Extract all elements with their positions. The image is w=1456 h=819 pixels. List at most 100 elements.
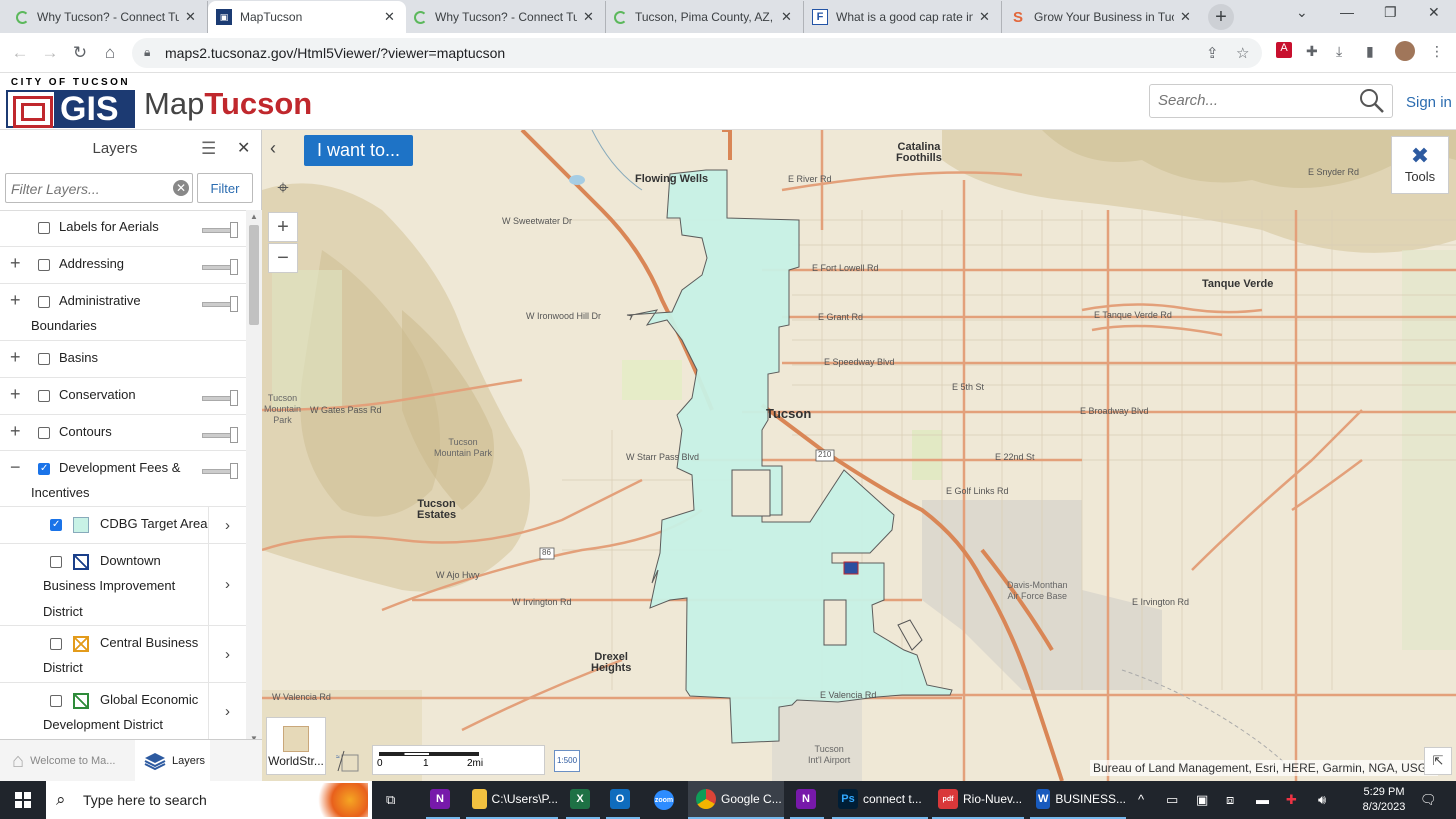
taskbar-outlook[interactable]: O [606,781,640,819]
lock-icon[interactable]: 🔒︎ [144,45,150,60]
search-icon[interactable] [1358,87,1386,115]
browser-tab-maptucson[interactable]: ▣ MapTucson ✕ [208,1,406,33]
sublayer-checkbox[interactable] [50,556,62,568]
layer-checkbox[interactable] [38,296,50,308]
sublayer-checkbox[interactable] [50,638,62,650]
taskbar-zoom[interactable]: zoom [648,781,682,819]
home-icon[interactable]: ⌂ [98,41,122,65]
url-bar[interactable]: 🔒︎ maps2.tucsonaz.gov/Html5Viewer/?viewe… [132,38,1262,68]
reload-icon[interactable]: ↻ [68,41,92,65]
layer-checkbox[interactable] [38,222,50,234]
close-tab-icon[interactable]: ✕ [384,9,398,25]
share-icon[interactable]: ⇪ [1206,44,1219,62]
collapse-icon[interactable]: − [10,457,21,478]
expand-icon[interactable]: + [10,384,21,405]
close-tab-icon[interactable]: ✕ [979,9,993,25]
sublayer-checkbox[interactable] [50,519,62,531]
browser-tab-4[interactable]: Tucson, Pima County, AZ, U ✕ [606,1,804,33]
zoom-in-button[interactable]: + [268,212,298,242]
side-panel-icon[interactable]: ▮ [1366,43,1374,60]
downloads-icon[interactable]: ⤓ [1336,43,1342,60]
restore-icon[interactable]: ❐ [1384,4,1397,21]
chevron-right-icon[interactable]: › [208,544,246,625]
close-tab-icon[interactable]: ✕ [781,9,795,25]
taskbar-pdf[interactable]: pdf Rio-Nuev... [932,781,1024,819]
close-tab-icon[interactable]: ✕ [1180,9,1194,25]
basemap-selector[interactable]: WorldStr... [266,717,326,775]
taskbar-word[interactable]: W BUSINESS... [1030,781,1126,819]
browser-tab-3[interactable]: Why Tucson? - Connect Tuc ✕ [406,1,606,33]
opacity-slider[interactable] [202,427,238,443]
map-search-box[interactable] [1149,84,1393,118]
layer-checkbox[interactable] [38,353,50,365]
taskbar-onenote[interactable]: N [426,781,460,819]
filter-layers-field[interactable]: ✕ [5,173,193,203]
notifications-icon[interactable]: 🗨︎ [1420,792,1437,808]
expand-icon[interactable]: + [10,421,21,442]
chevron-right-icon[interactable]: › [208,683,246,739]
speaker-volume-icon[interactable]: 🔊︎ [1318,792,1326,808]
browser-tab-1[interactable]: Why Tucson? - Connect Tuc ✕ [8,1,208,33]
scroll-up-icon[interactable]: ▲ [250,212,258,221]
measure-tool-icon[interactable]: ≈ [334,747,362,775]
taskbar-search-box[interactable]: ⌕ Type here to search [46,781,372,819]
map-view[interactable]: 210 86 Catalina Foothills Flowing Wells T… [262,130,1456,781]
task-view-icon[interactable]: ⧉ [386,792,395,808]
collapse-panel-chevron-icon[interactable]: ‹ [270,138,276,159]
chevron-right-icon[interactable]: › [208,507,246,543]
scale-ratio-button[interactable]: 1:500 [554,750,581,772]
zoom-out-button[interactable]: − [268,243,298,273]
taskbar-photoshop[interactable]: Ps connect t... [832,781,928,819]
layer-checkbox[interactable] [38,390,50,402]
extensions-puzzle-icon[interactable]: ✚ [1306,43,1318,60]
bookmark-star-icon[interactable]: ☆ [1236,44,1249,62]
close-window-icon[interactable]: ✕ [1428,4,1440,21]
opacity-slider[interactable] [202,222,238,238]
tray-display-icon[interactable]: ▭ [1166,792,1178,808]
minimize-icon[interactable]: — [1340,4,1354,20]
close-tab-icon[interactable]: ✕ [185,9,199,25]
tray-screen-icon[interactable]: ⧈ [1226,792,1234,808]
close-panel-icon[interactable]: ✕ [237,138,250,158]
tray-chevron-up-icon[interactable]: ^ [1138,792,1144,807]
sublayer-checkbox[interactable] [50,695,62,707]
layer-checkbox[interactable] [38,427,50,439]
scrollbar-thumb[interactable] [249,225,259,325]
back-arrow-icon[interactable]: ← [8,41,32,65]
tools-button[interactable]: ✖ Tools [1391,136,1449,194]
forward-arrow-icon[interactable]: → [38,41,62,65]
clear-filter-icon[interactable]: ✕ [173,180,189,196]
tab-welcome[interactable]: ⌂ Welcome to Ma... [0,740,135,782]
tab-search-chevron-icon[interactable]: ⌄ [1296,4,1308,21]
taskbar-clock[interactable]: 5:29 PM 8/3/2023 [1356,785,1412,815]
chrome-menu-icon[interactable]: ⋮ [1430,43,1444,60]
expand-map-icon[interactable]: ⇱ [1424,747,1452,775]
tray-security-icon[interactable]: ✚ [1286,792,1297,808]
battery-icon[interactable]: ▬ [1256,792,1269,807]
locate-me-icon[interactable]: ⌖ [268,173,298,203]
chevron-right-icon[interactable]: › [208,626,246,682]
taskbar-excel[interactable]: X [566,781,600,819]
city-of-tucson-gis-logo[interactable]: CITY OF TUCSON GIS MapTucson [6,77,326,128]
layer-checkbox[interactable] [38,463,50,475]
profile-avatar[interactable] [1395,41,1415,61]
layer-list-scrollbar[interactable]: ▲ ▼ [246,210,262,745]
expand-icon[interactable]: + [10,290,21,311]
tab-layers[interactable]: Layers [135,740,210,782]
map-search-input[interactable] [1158,92,1348,109]
windows-start-button[interactable] [0,781,46,819]
filter-button[interactable]: Filter [197,173,253,203]
taskbar-google-chrome[interactable]: Google C... [688,781,784,819]
expand-icon[interactable]: + [10,347,21,368]
opacity-slider[interactable] [202,390,238,406]
taskbar-file-explorer[interactable]: C:\Users\P... [466,781,558,819]
expand-icon[interactable]: + [10,253,21,274]
opacity-slider[interactable] [202,259,238,275]
opacity-slider[interactable] [202,463,238,479]
browser-tab-6[interactable]: S Grow Your Business in Tucs ✕ [1002,1,1202,33]
tray-device-icon[interactable]: ▣ [1196,792,1208,808]
layer-checkbox[interactable] [38,259,50,271]
i-want-to-button[interactable]: I want to... [304,135,413,166]
sign-in-link[interactable]: Sign in [1406,94,1452,111]
opacity-slider[interactable] [202,296,238,312]
